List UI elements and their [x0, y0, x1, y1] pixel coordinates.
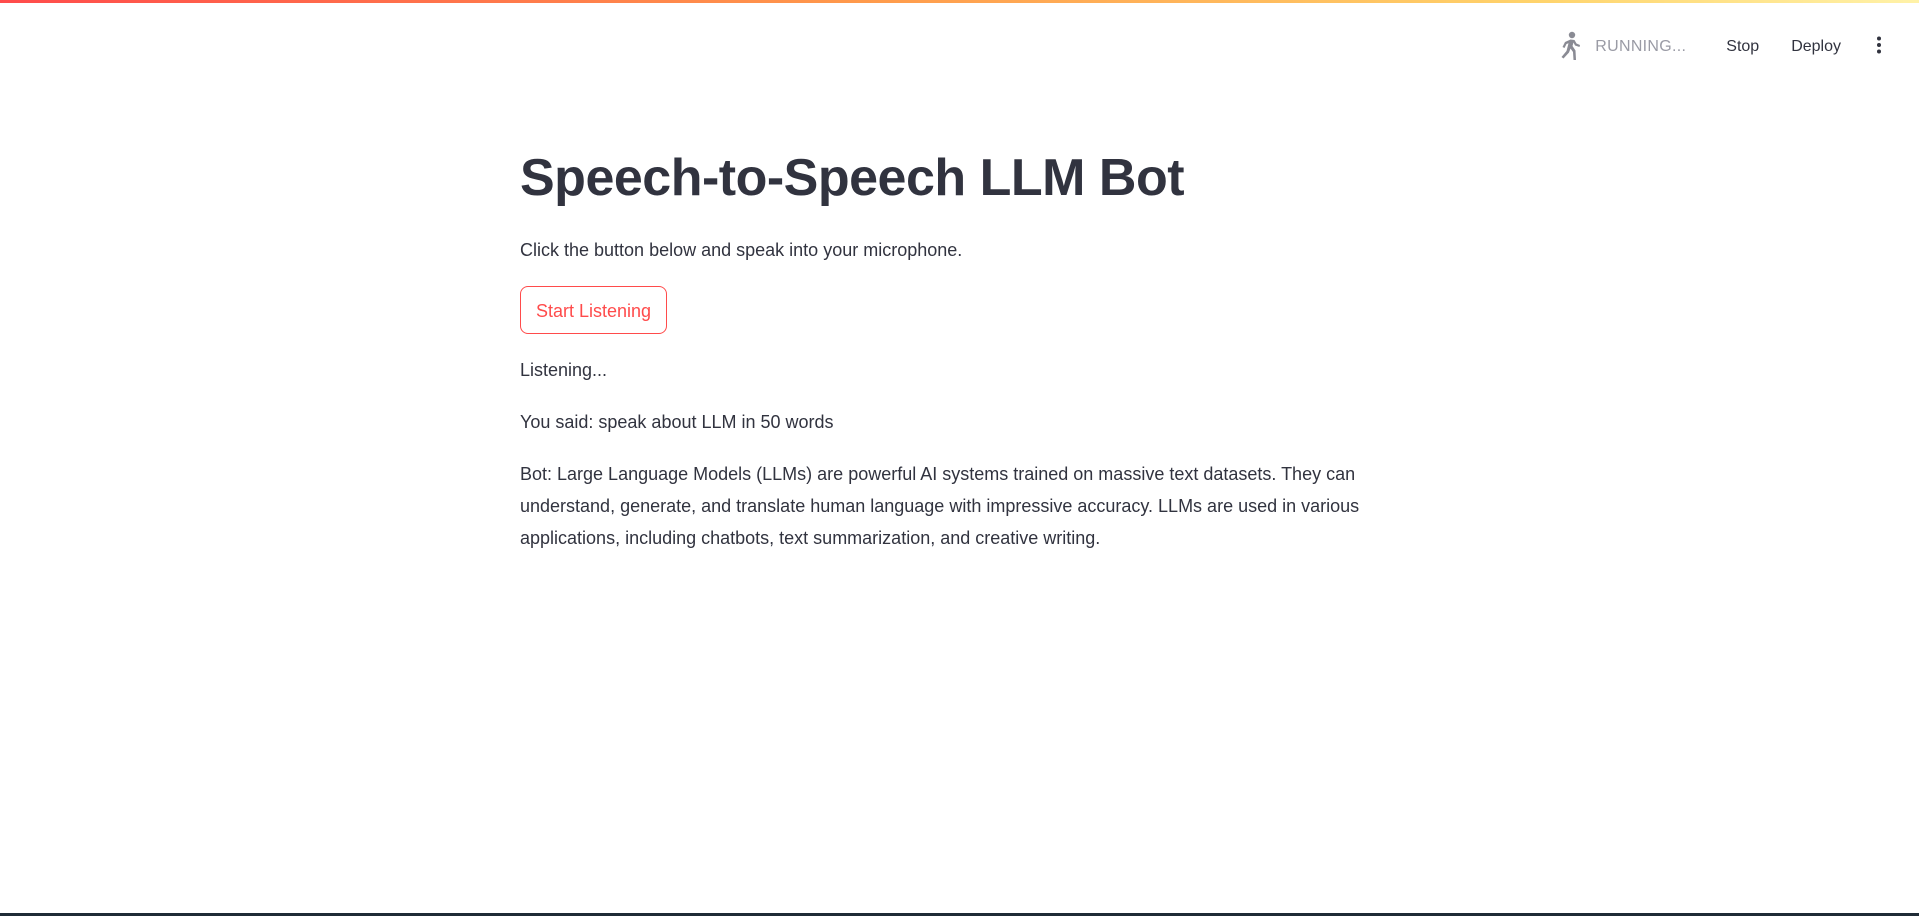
app-window: RUNNING... Stop Deploy Speech-to-Speech … [0, 0, 1919, 916]
stop-button[interactable]: Stop [1710, 30, 1775, 64]
running-status-label: RUNNING... [1595, 38, 1687, 55]
start-listening-button[interactable]: Start Listening [520, 286, 668, 335]
page-title: Speech-to-Speech LLM Bot [520, 149, 1185, 207]
listening-status-text: Listening... [520, 360, 608, 381]
running-status: RUNNING... [1555, 31, 1686, 63]
top-decoration-bar [0, 0, 1919, 3]
deploy-button[interactable]: Deploy [1775, 30, 1857, 64]
instruction-text: Click the button below and speak into yo… [520, 240, 963, 261]
main-content: Speech-to-Speech LLM Bot Click the butto… [520, 140, 1400, 554]
user-transcript-text: You said: speak about LLM in 50 words [520, 412, 834, 433]
main-menu-button[interactable] [1863, 31, 1895, 63]
toolbar: RUNNING... Stop Deploy [1555, 26, 1895, 68]
bot-response-text: Bot: Large Language Models (LLMs) are po… [520, 464, 1360, 549]
running-man-icon [1555, 31, 1583, 63]
kebab-menu-icon [1876, 36, 1882, 59]
